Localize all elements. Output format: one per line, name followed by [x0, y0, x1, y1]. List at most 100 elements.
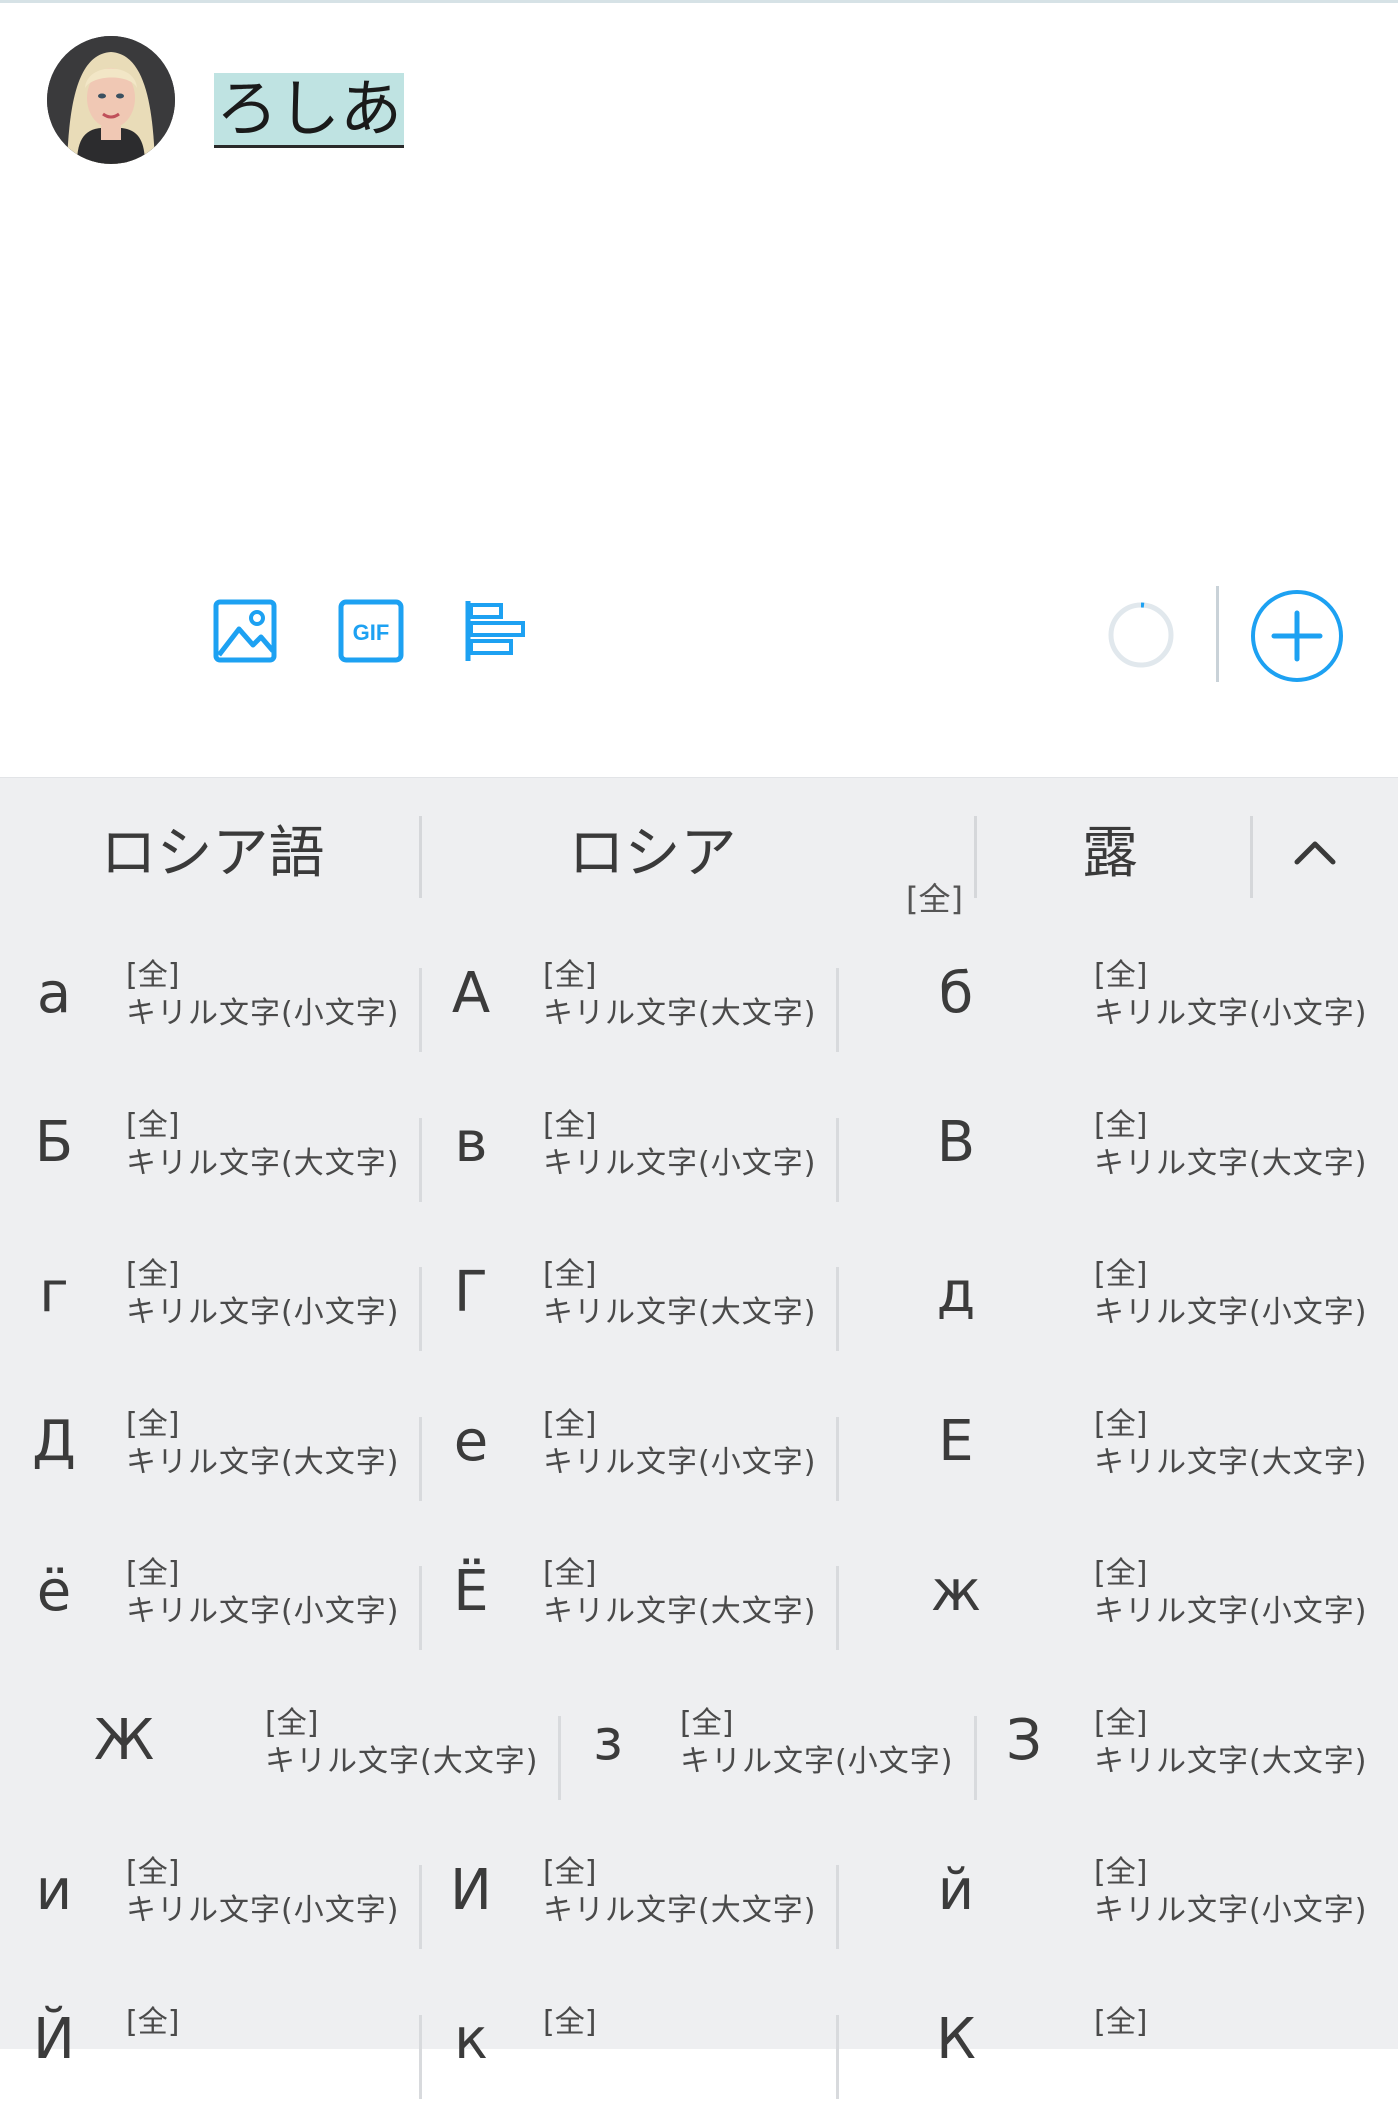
symbol-cell[interactable]: к [全] [419, 1965, 836, 2115]
symbol-width-tag: [全] [1094, 958, 1148, 993]
symbol-cell[interactable]: й [全] キリル文字(小文字) [836, 1815, 1398, 1965]
image-icon[interactable] [213, 599, 277, 663]
symbol-width-tag: [全] [543, 1257, 597, 1292]
symbol-char: б [938, 960, 974, 1026]
symbol-width-tag: [全] [543, 1107, 597, 1143]
add-tweet-button[interactable] [1250, 589, 1344, 683]
symbol-description: キリル文字(大文字) [543, 996, 817, 1031]
symbol-description: キリル文字(大文字) [1094, 1444, 1368, 1480]
symbol-cell[interactable]: Ж [全] キリル文字(大文字) [0, 1666, 558, 1816]
symbol-description: キリル文字(大文字) [543, 1594, 817, 1629]
candidate-divider [1250, 816, 1253, 898]
symbol-description: キリル文字(小文字) [126, 996, 400, 1031]
symbol-width-tag: [全] [543, 958, 597, 993]
candidate-divider [974, 816, 977, 898]
symbol-cell[interactable]: б [全] キリル文字(小文字) [836, 918, 1398, 1068]
symbol-cell[interactable]: а [全] キリル文字(小文字) [0, 918, 419, 1068]
symbol-cell[interactable]: К [全] [836, 1965, 1398, 2115]
symbol-char: Е [938, 1409, 974, 1474]
compose-area[interactable]: ろしあ GIF [0, 3, 1398, 777]
symbol-char: З [1006, 1708, 1042, 1773]
symbol-char: з [593, 1708, 623, 1773]
symbol-cell[interactable]: в [全] キリル文字(小文字) [419, 1068, 836, 1218]
symbol-cell[interactable]: Й [全] [0, 1965, 419, 2115]
symbol-cell[interactable]: Д [全] キリル文字(大文字) [0, 1367, 419, 1517]
symbol-cell[interactable]: ж [全] キリル文字(小文字) [836, 1516, 1398, 1666]
symbol-cell[interactable]: е [全] キリル文字(小文字) [419, 1367, 836, 1517]
symbol-description: キリル文字(小文字) [543, 1145, 817, 1181]
symbol-cell[interactable]: Ё [全] キリル文字(大文字) [419, 1516, 836, 1666]
symbol-description: キリル文字(小文字) [680, 1743, 954, 1779]
symbol-width-tag: [全] [1094, 1257, 1148, 1292]
symbol-description: キリル文字(大文字) [1094, 1743, 1368, 1779]
candidate-item[interactable]: ロシア [440, 778, 865, 918]
symbol-width-tag: [全] [680, 1705, 734, 1741]
symbol-cell[interactable]: и [全] キリル文字(小文字) [0, 1815, 419, 1965]
symbol-cell[interactable]: В [全] キリル文字(大文字) [836, 1068, 1398, 1218]
symbol-width-tag: [全] [1094, 2004, 1148, 2040]
symbol-width-tag: [全] [543, 1855, 597, 1890]
symbol-width-tag: [全] [543, 1406, 597, 1442]
symbol-char: ж [930, 1558, 982, 1624]
symbol-description: キリル文字(大文字) [126, 1145, 400, 1181]
symbol-width-tag: [全] [1094, 1107, 1148, 1143]
symbol-width-tag: [全] [126, 1107, 180, 1143]
symbol-char: А [451, 960, 491, 1026]
avatar [47, 36, 175, 164]
symbol-description: キリル文字(小文字) [126, 1594, 400, 1629]
symbol-width-tag: [全] [1094, 1705, 1148, 1741]
symbol-cell[interactable]: З [全] キリル文字(大文字) [974, 1666, 1398, 1816]
gif-label: GIF [353, 620, 390, 645]
symbol-width-tag: [全] [126, 958, 180, 993]
symbol-grid-row: Б [全] キリル文字(大文字) в [全] キリル文字(小文字) В [全] キリル文字(大文… [0, 1068, 1398, 1218]
symbol-description: キリル文字(大文字) [1094, 1145, 1368, 1181]
symbol-width-tag: [全] [126, 1556, 180, 1591]
symbol-char: К [936, 2007, 976, 2072]
symbol-char: В [936, 1110, 976, 1175]
candidate-tag: [全] [906, 880, 963, 918]
symbol-char: Д [32, 1409, 76, 1474]
symbol-grid-row: а [全] キリル文字(小文字) А [全] キリル文字(大文字) б [全] キリル文字(小文… [0, 918, 1398, 1068]
ime-candidate-panel: ロシア語 ロシア [全] 露 а [全] キリル文字(小文字) А [全] キリル文字(大… [0, 777, 1398, 2099]
symbol-char: и [35, 1857, 73, 1923]
symbol-cell[interactable]: з [全] キリル文字(小文字) [558, 1666, 974, 1816]
candidate-item[interactable]: 露 [995, 778, 1225, 918]
symbol-char: к [454, 2007, 488, 2072]
symbol-description: キリル文字(小文字) [1094, 1594, 1368, 1629]
symbol-char: д [936, 1259, 976, 1325]
symbol-description: キリル文字(大文字) [126, 1444, 400, 1480]
symbol-grid-row: Д [全] キリル文字(大文字) е [全] キリル文字(小文字) Е [全] キリル文字(大文… [0, 1367, 1398, 1517]
symbol-description: キリル文字(小文字) [1094, 1893, 1368, 1928]
symbol-description: キリル文字(大文字) [543, 1893, 817, 1928]
symbol-cell[interactable]: Б [全] キリル文字(大文字) [0, 1068, 419, 1218]
symbol-grid-row: г [全] キリル文字(小文字) Г [全] キリル文字(大文字) д [全] キリル文字(小文… [0, 1217, 1398, 1367]
symbol-char: Б [34, 1110, 74, 1175]
compose-input-text[interactable]: ろしあ [214, 73, 405, 148]
chevron-up-icon[interactable] [1293, 838, 1337, 866]
symbol-cell[interactable]: И [全] キリル文字(大文字) [419, 1815, 836, 1965]
symbol-cell[interactable]: Е [全] キリル文字(大文字) [836, 1367, 1398, 1517]
symbol-description: キリル文字(大文字) [265, 1743, 539, 1779]
gif-icon[interactable]: GIF [338, 599, 404, 663]
symbol-width-tag: [全] [126, 1257, 180, 1292]
symbol-width-tag: [全] [126, 2004, 180, 2040]
symbol-description: キリル文字(小文字) [1094, 1295, 1368, 1330]
candidate-divider [419, 816, 422, 898]
symbol-width-tag: [全] [126, 1406, 180, 1442]
poll-icon[interactable] [463, 599, 529, 663]
symbol-char: ё [36, 1558, 72, 1624]
symbol-cell[interactable]: А [全] キリル文字(大文字) [419, 918, 836, 1068]
symbol-cell[interactable]: Г [全] キリル文字(大文字) [419, 1217, 836, 1367]
symbol-char: г [39, 1259, 69, 1325]
symbol-char: Ж [93, 1708, 155, 1773]
symbol-grid-row: Й [全] к [全] К [全] [0, 1965, 1398, 2115]
symbol-char: в [454, 1110, 488, 1175]
symbol-cell[interactable]: ё [全] キリル文字(小文字) [0, 1516, 419, 1666]
toolbar-divider [1216, 586, 1219, 682]
symbol-char: а [36, 960, 72, 1026]
symbol-width-tag: [全] [1094, 1855, 1148, 1890]
symbol-description: キリル文字(小文字) [543, 1444, 817, 1480]
symbol-cell[interactable]: д [全] キリル文字(小文字) [836, 1217, 1398, 1367]
symbol-cell[interactable]: г [全] キリル文字(小文字) [0, 1217, 419, 1367]
candidate-item[interactable]: ロシア語 [40, 778, 385, 918]
